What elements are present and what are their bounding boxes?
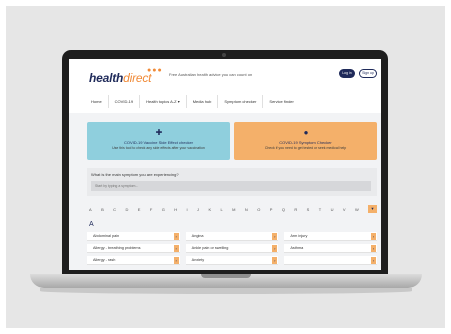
symptom-label: Ankle pain or swelling (191, 246, 229, 250)
alpha-letter[interactable]: W (355, 207, 359, 212)
chevron-right-icon: › (272, 245, 278, 252)
symptom-label: Angina (191, 234, 204, 238)
symptom-label: Asthma (290, 246, 304, 250)
laptop-base (30, 274, 422, 288)
symptom-checker-card[interactable]: ● COVID-19 Symptom Checker Check if you … (234, 122, 377, 160)
symptom-row: Allergy - rash › Anxiety › › (87, 256, 378, 265)
alpha-letter[interactable]: O (257, 207, 260, 212)
site-header: healthdirect ●●● Free Australian health … (69, 59, 381, 93)
chevron-right-icon: › (371, 257, 377, 264)
alphabet-index: A B C D E F G H I J K L M N O P Q R S T … (89, 207, 359, 212)
laptop-screen: healthdirect ●●● Free Australian health … (69, 59, 381, 270)
symptom-search-input[interactable] (91, 181, 371, 191)
alpha-letter[interactable]: R (294, 207, 297, 212)
laptop-notch (201, 274, 251, 278)
alpha-letter[interactable]: D (125, 207, 128, 212)
symptom-row: Allergy - breathing problems › Ankle pain… (87, 244, 378, 253)
alpha-letter[interactable]: V (343, 207, 346, 212)
alpha-letter[interactable]: A (89, 207, 92, 212)
symptom-label: Abdominal pain (93, 234, 120, 238)
alpha-letter[interactable]: E (138, 207, 141, 212)
alpha-letter[interactable]: I (187, 207, 188, 212)
symptom-item[interactable]: Arm injury › (284, 232, 378, 241)
alpha-letter[interactable]: L (221, 207, 223, 212)
alpha-letter[interactable]: C (113, 207, 116, 212)
symptom-item[interactable]: Anxiety › (185, 256, 279, 265)
signup-button[interactable]: Sign up (359, 69, 377, 78)
alpha-letter[interactable]: K (208, 207, 211, 212)
nav-item-service-finder[interactable]: Service finder (263, 95, 299, 108)
symptom-item[interactable]: Asthma › (284, 244, 378, 253)
symptom-label: Arm injury (290, 234, 308, 238)
chevron-right-icon: › (371, 233, 377, 240)
tagline: Free Australian health advice you can co… (169, 72, 253, 77)
person-icon: ● (303, 128, 309, 137)
chevron-right-icon: › (272, 257, 278, 264)
alpha-letter[interactable]: N (245, 207, 248, 212)
card-subtitle: Check if you need to get tested or seek … (264, 146, 347, 150)
symptom-label: Allergy - breathing problems (93, 246, 141, 250)
nav-item-media-hub[interactable]: Media hub (187, 95, 219, 108)
alpha-letter[interactable]: S (307, 207, 310, 212)
logo-dots-icon: ●●● (147, 67, 163, 74)
alpha-letter[interactable]: U (331, 207, 334, 212)
symptom-item[interactable]: Ankle pain or swelling › (185, 244, 279, 253)
login-button[interactable]: Log in (339, 69, 355, 78)
alpha-letter[interactable]: G (162, 207, 165, 212)
search-question: What is the main symptom you are experie… (91, 172, 179, 177)
card-title: COVID-19 Symptom Checker (279, 140, 332, 145)
alpha-letter[interactable]: M (232, 207, 235, 212)
nav-item-home[interactable]: Home (85, 95, 109, 108)
main-nav: Home COVID-19 Health topics A-Z ▾ Media … (85, 95, 375, 108)
medical-cross-icon: ✚ (155, 128, 163, 137)
card-title: COVID-19 Vaccine Side Effect checker (124, 140, 193, 145)
chevron-right-icon: › (173, 257, 179, 264)
alphabet-dropdown-button[interactable]: ▼ (368, 205, 377, 213)
symptom-item[interactable]: Abdominal pain › (87, 232, 180, 241)
alpha-letter[interactable]: B (101, 207, 104, 212)
symptom-search-panel: What is the main symptom you are experie… (87, 168, 377, 196)
symptom-item[interactable]: Angina › (185, 232, 279, 241)
symptom-item[interactable]: › (284, 256, 378, 265)
camera-icon (222, 53, 226, 57)
symptom-label: Allergy - rash (93, 258, 116, 262)
symptom-item[interactable]: Allergy - rash › (87, 256, 180, 265)
symptom-label: Anxiety (191, 258, 205, 262)
alpha-letter[interactable]: T (319, 207, 321, 212)
chevron-right-icon: › (371, 245, 377, 252)
card-subtitle: Use this tool to check any side effects … (112, 146, 205, 150)
alpha-letter[interactable]: F (150, 207, 152, 212)
site-logo[interactable]: healthdirect (89, 71, 151, 85)
chevron-right-icon: › (272, 233, 278, 240)
alpha-letter[interactable]: P (270, 207, 273, 212)
alpha-letter[interactable]: H (174, 207, 177, 212)
nav-item-health-topics[interactable]: Health topics A-Z ▾ (140, 95, 187, 108)
vaccine-checker-card[interactable]: ✚ COVID-19 Vaccine Side Effect checker U… (87, 122, 230, 160)
nav-item-symptom-checker[interactable]: Symptom checker (218, 95, 264, 108)
chevron-right-icon: › (173, 245, 179, 252)
alpha-letter[interactable]: J (197, 207, 199, 212)
section-heading-letter: A (89, 221, 94, 228)
laptop-shadow (40, 288, 412, 294)
symptom-item[interactable]: Allergy - breathing problems › (87, 244, 180, 253)
logo-main-text: health (89, 71, 124, 85)
symptom-row: Abdominal pain › Angina › Arm injury › (87, 232, 378, 241)
alpha-letter[interactable]: Q (282, 207, 285, 212)
chevron-right-icon: › (173, 233, 179, 240)
nav-item-covid[interactable]: COVID-19 (109, 95, 141, 108)
laptop-lid: healthdirect ●●● Free Australian health … (62, 50, 388, 274)
